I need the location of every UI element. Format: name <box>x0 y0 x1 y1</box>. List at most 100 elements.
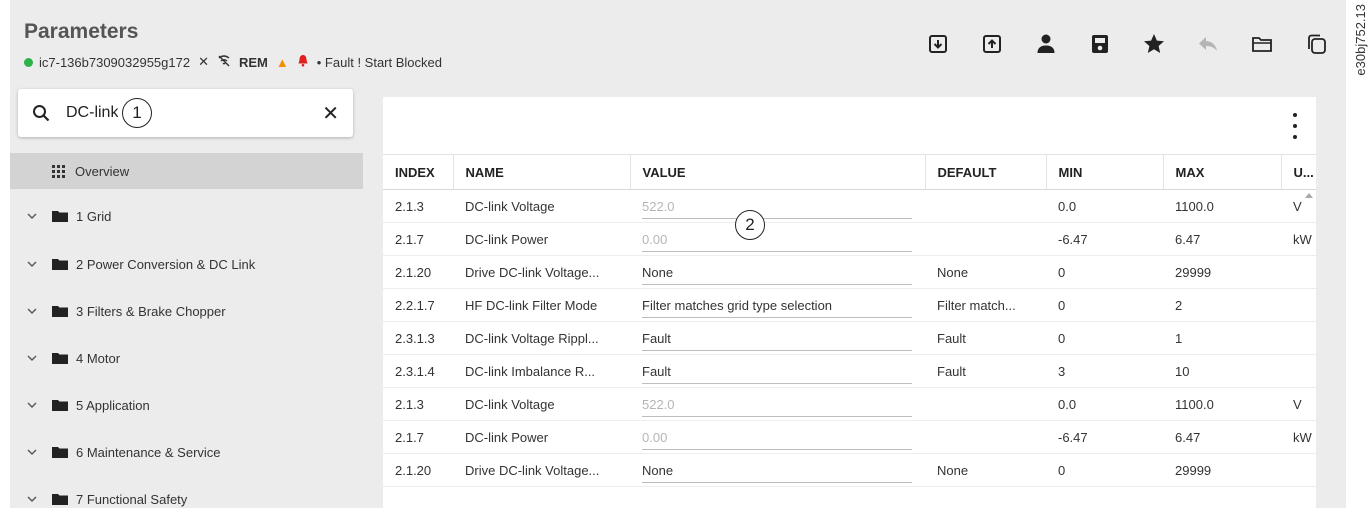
chevron-down-icon[interactable] <box>26 210 38 222</box>
table-row[interactable]: 2.3.1.3 DC-link Voltage Rippl... Fault Faul… <box>383 321 1316 355</box>
scroll-up-arrow-icon[interactable] <box>1305 193 1313 198</box>
value-field[interactable]: 522.0 <box>642 199 912 219</box>
value-field[interactable]: Fault <box>642 364 912 384</box>
table-row[interactable]: 2.1.3 DC-link Voltage 522.0 0.0 1100.0 V <box>383 189 1316 223</box>
cell-value: 522.0 <box>630 387 925 421</box>
folder-icon <box>52 353 68 364</box>
cell-max: 1 <box>1163 321 1281 355</box>
value-field[interactable]: 522.0 <box>642 397 912 417</box>
user-icon[interactable] <box>1030 28 1062 60</box>
cell-default: None <box>925 453 1046 487</box>
value-field[interactable]: Fault <box>642 331 912 351</box>
cell-min: 0.0 <box>1046 387 1163 421</box>
callout-marker-2: 2 <box>735 210 765 240</box>
cell-value: Fault <box>630 354 925 388</box>
table-row[interactable]: 2.1.3 DC-link Voltage 522.0 0.0 1100.0 V <box>383 387 1316 421</box>
cell-min: -6.47 <box>1046 420 1163 454</box>
main-content: INDEX NAME VALUE DEFAULT MIN MAX U... 2.… <box>363 83 1346 508</box>
rem-badge: REM <box>239 54 268 70</box>
no-connection-icon <box>217 54 231 70</box>
table-row[interactable]: 2.1.20 Drive DC-link Voltage... None None 0 2… <box>383 453 1316 487</box>
column-header-default[interactable]: DEFAULT <box>924 154 1046 190</box>
clear-search-icon[interactable]: ✕ <box>322 101 339 126</box>
cell-default <box>925 189 1046 223</box>
chevron-down-icon[interactable] <box>26 446 38 458</box>
cell-min: 3 <box>1046 354 1163 388</box>
cell-name: DC-link Voltage Rippl... <box>453 321 630 355</box>
value-field[interactable]: 0.00 <box>642 430 912 450</box>
column-header-name[interactable]: NAME <box>452 154 630 190</box>
search-input[interactable] <box>66 104 118 122</box>
table-row[interactable]: 2.1.7 DC-link Power 0.00 -6.47 6.47 kW <box>383 222 1316 256</box>
chevron-down-icon[interactable] <box>26 352 38 364</box>
cell-default <box>925 420 1046 454</box>
upload-icon[interactable] <box>976 28 1008 60</box>
save-icon[interactable] <box>1084 28 1116 60</box>
folder-icon <box>52 306 68 317</box>
cell-name: Drive DC-link Voltage... <box>453 453 630 487</box>
table-row[interactable]: 2.1.20 Drive DC-link Voltage... None None 0 2… <box>383 255 1316 289</box>
search-box: 1 ✕ <box>18 89 353 137</box>
sidebar-item-grid[interactable]: 1 Grid <box>10 201 363 231</box>
table-row[interactable]: 2.2.1.7 HF DC-link Filter Mode Filter matc… <box>383 288 1316 322</box>
cell-name: DC-link Voltage <box>453 387 630 421</box>
value-field[interactable]: 0.00 <box>642 232 912 252</box>
search-icon <box>33 105 50 122</box>
table-row[interactable]: 2.3.1.4 DC-link Imbalance R... Fault Fault 3… <box>383 354 1316 388</box>
chevron-down-icon[interactable] <box>26 399 38 411</box>
sidebar-item-label: 3 Filters & Brake Chopper <box>76 303 226 319</box>
more-options-icon[interactable] <box>1290 113 1300 139</box>
sidebar-item-filters[interactable]: 3 Filters & Brake Chopper <box>10 296 363 326</box>
cell-max: 29999 <box>1163 453 1281 487</box>
parameter-table-body: 2.1.3 DC-link Voltage 522.0 0.0 1100.0 V 2.1.7… <box>383 189 1316 487</box>
cell-value: 0.00 <box>630 222 925 256</box>
value-field[interactable]: None <box>642 463 912 483</box>
sidebar-item-maintenance[interactable]: 6 Maintenance & Service <box>10 437 363 467</box>
cell-min: 0 <box>1046 453 1163 487</box>
cell-value: Filter matches grid type selection <box>630 288 925 322</box>
column-header-min[interactable]: MIN <box>1045 154 1163 190</box>
cell-index: 2.1.7 <box>383 222 453 256</box>
star-icon[interactable] <box>1138 28 1170 60</box>
cell-max: 1100.0 <box>1163 387 1281 421</box>
folder-icon <box>52 494 68 505</box>
column-header-unit[interactable]: U... <box>1280 154 1316 190</box>
chevron-down-icon[interactable] <box>26 493 38 505</box>
sidebar-item-power-conversion[interactable]: 2 Power Conversion & DC Link <box>10 249 363 279</box>
cell-index: 2.1.3 <box>383 189 453 223</box>
value-field[interactable]: None <box>642 265 912 285</box>
folder-open-icon[interactable] <box>1246 28 1278 60</box>
sidebar-item-application[interactable]: 5 Application <box>10 390 363 420</box>
chevron-down-icon[interactable] <box>26 305 38 317</box>
column-header-index[interactable]: INDEX <box>383 154 453 190</box>
cell-index: 2.3.1.3 <box>383 321 453 355</box>
cell-max: 2 <box>1163 288 1281 322</box>
table-header-row: INDEX NAME VALUE DEFAULT MIN MAX U... <box>383 154 1316 190</box>
page-title: Parameters <box>24 20 139 43</box>
copy-icon[interactable] <box>1300 28 1332 60</box>
table-scrollbar[interactable] <box>1302 189 1316 508</box>
column-header-value[interactable]: VALUE <box>629 154 925 190</box>
download-icon[interactable] <box>922 28 954 60</box>
sidebar-item-functional-safety[interactable]: 7 Functional Safety <box>10 484 363 508</box>
cell-default <box>925 387 1046 421</box>
cell-max: 6.47 <box>1163 420 1281 454</box>
undo-icon[interactable] <box>1192 28 1224 60</box>
disconnect-icon[interactable]: ✕ <box>198 54 209 70</box>
cell-value: 522.0 <box>630 189 925 223</box>
cell-index: 2.1.3 <box>383 387 453 421</box>
cell-value: 0.00 <box>630 420 925 454</box>
sidebar-item-overview[interactable]: Overview <box>10 153 363 189</box>
value-field[interactable]: Filter matches grid type selection <box>642 298 912 318</box>
cell-default: Fault <box>925 354 1046 388</box>
folder-icon <box>52 259 68 270</box>
cell-max: 1100.0 <box>1163 189 1281 223</box>
table-row[interactable]: 2.1.7 DC-link Power 0.00 -6.47 6.47 kW <box>383 420 1316 454</box>
figure-reference-code: e30bj752.13 <box>1353 4 1368 76</box>
column-header-max[interactable]: MAX <box>1162 154 1281 190</box>
chevron-down-icon[interactable] <box>26 258 38 270</box>
folder-icon <box>52 447 68 458</box>
sidebar-item-motor[interactable]: 4 Motor <box>10 343 363 373</box>
device-id: ic7-136b7309032955g172 <box>39 54 191 70</box>
parameter-table-panel: INDEX NAME VALUE DEFAULT MIN MAX U... 2.… <box>383 97 1316 508</box>
